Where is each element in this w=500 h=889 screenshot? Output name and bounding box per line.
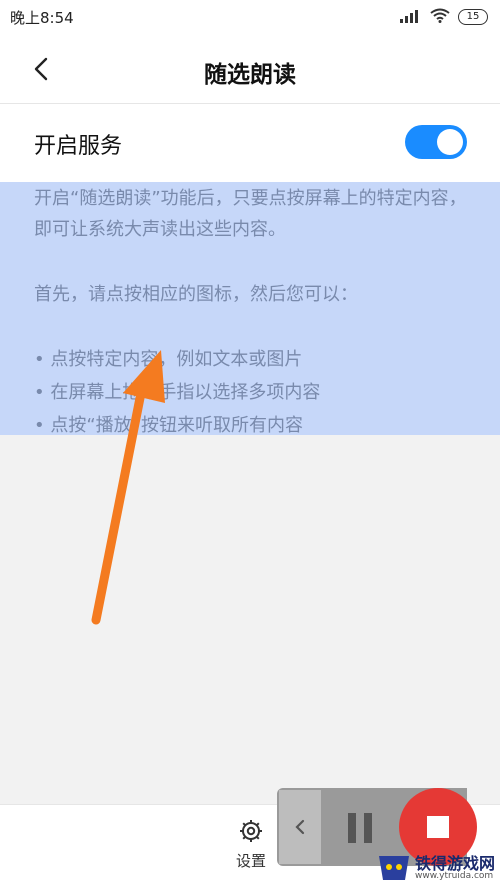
watermark-logo — [379, 856, 409, 880]
status-time: 晚上8:54 — [10, 9, 74, 27]
gear-icon — [240, 820, 262, 842]
settings-label: 设置 — [235, 852, 266, 870]
pause-button[interactable] — [340, 808, 380, 848]
stop-icon — [427, 816, 449, 838]
wifi-icon — [430, 8, 450, 27]
page-title: 随选朗读 — [204, 62, 296, 88]
status-bar: 晚上8:54 15 — [0, 0, 500, 34]
header: 随选朗读 — [0, 34, 500, 104]
signal-icon — [400, 8, 422, 27]
watermark: 铁得游戏网 www.ytruida.com — [373, 848, 498, 888]
service-toggle[interactable] — [405, 125, 467, 159]
pause-icon — [348, 813, 372, 843]
selection-highlight — [0, 182, 500, 435]
collapse-button[interactable] — [279, 790, 321, 864]
status-icons: 15 — [400, 8, 488, 26]
toggle-knob — [437, 129, 463, 155]
chevron-left-icon — [295, 819, 305, 835]
battery-indicator: 15 — [458, 9, 488, 25]
settings-button[interactable]: 设置 — [226, 818, 276, 878]
watermark-url: www.ytruida.com — [415, 871, 494, 881]
service-label: 开启服务 — [34, 134, 123, 159]
